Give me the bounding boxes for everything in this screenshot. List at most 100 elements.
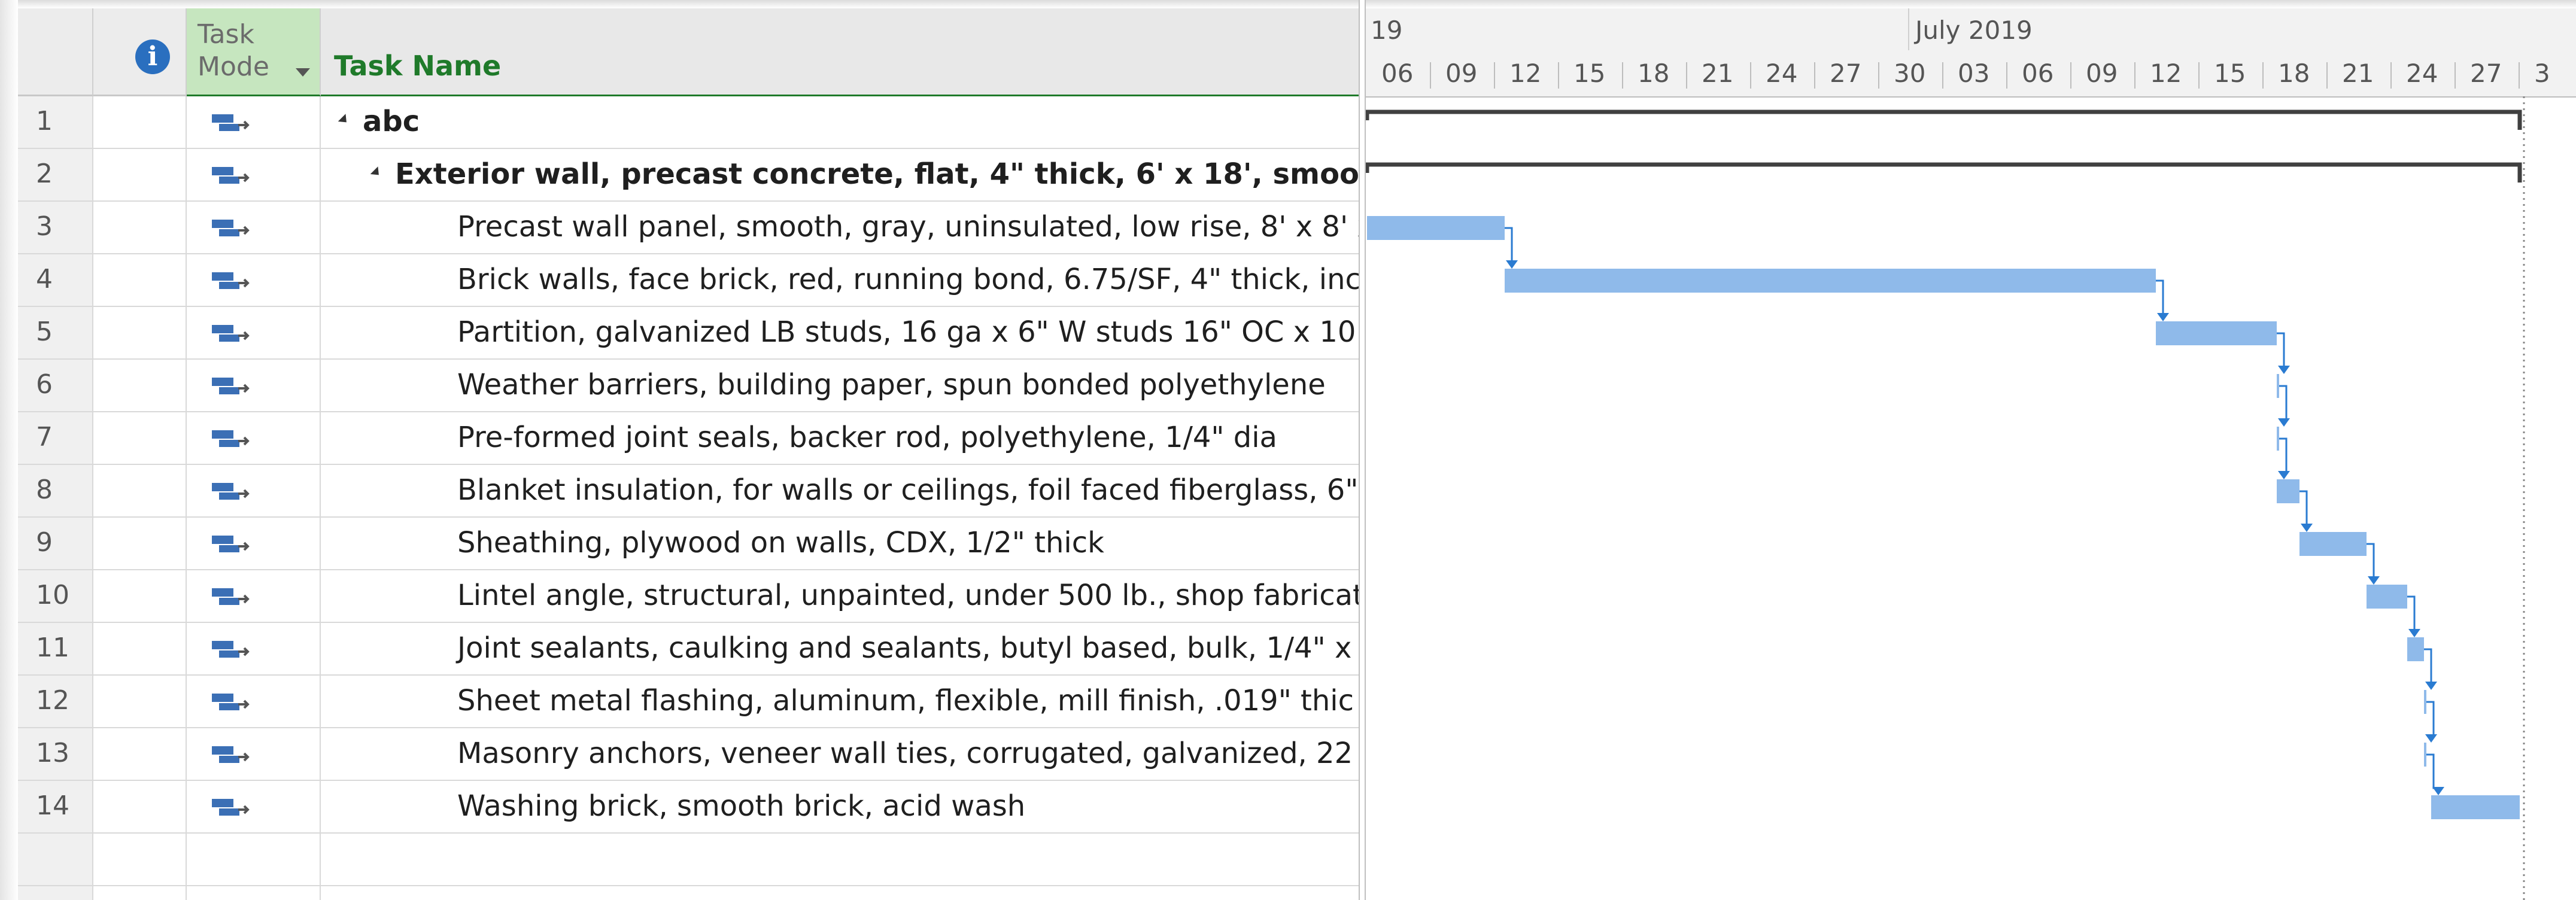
task-mode-cell[interactable] [187,518,321,569]
row-header-corner[interactable] [18,8,93,96]
task-bar[interactable] [2424,690,2426,714]
task-bar[interactable] [2299,532,2367,556]
task-name-cell[interactable]: abc [321,96,1363,148]
task-mode-cell[interactable] [187,728,321,780]
task-row[interactable]: 3 Precast wall panel, smooth, gray, unin… [18,202,1363,254]
task-bar[interactable] [2367,585,2407,609]
indicator-cell[interactable] [93,834,187,885]
indicator-cell[interactable] [93,781,187,832]
task-bar[interactable] [2277,374,2279,398]
task-row[interactable]: 5 Partition, galvanized LB studs, 16 ga … [18,307,1363,360]
task-row[interactable]: 9 Sheathing, plywood on walls, CDX, 1/2"… [18,518,1363,570]
task-mode-cell[interactable] [187,149,321,200]
row-number-cell[interactable]: 4 [18,254,93,306]
indicators-column-header[interactable]: i [93,8,187,96]
task-name-cell[interactable]: Blanket insulation, for walls or ceiling… [321,465,1363,516]
indicator-cell[interactable] [93,728,187,780]
row-number-cell[interactable]: 6 [18,360,93,411]
task-name-cell[interactable]: Pre-formed joint seals, backer rod, poly… [321,412,1363,464]
indicator-cell[interactable] [93,307,187,358]
task-name-cell[interactable]: Joint sealants, caulking and sealants, b… [321,623,1363,674]
task-mode-cell[interactable] [187,412,321,464]
task-row[interactable]: 6 Weather barriers, building paper, spun… [18,360,1363,412]
task-name-cell[interactable]: Masonry anchors, veneer wall ties, corru… [321,728,1363,780]
empty-row[interactable] [18,834,1363,886]
task-mode-cell[interactable] [187,307,321,358]
collapse-triangle-icon[interactable] [370,166,383,179]
task-name-cell[interactable]: Sheathing, plywood on walls, CDX, 1/2" t… [321,518,1363,569]
task-row[interactable]: 2 Exterior wall, precast concrete, flat,… [18,149,1363,202]
summary-task-bar[interactable] [1366,110,2522,130]
indicator-cell[interactable] [93,886,187,900]
task-bar[interactable] [1367,216,1505,240]
task-name-cell[interactable]: Sheet metal flashing, aluminum, flexible… [321,676,1363,727]
task-bar[interactable] [2431,795,2520,819]
task-mode-cell[interactable] [187,360,321,411]
task-bar[interactable] [2277,479,2299,503]
indicator-cell[interactable] [93,518,187,569]
row-number-cell[interactable] [18,886,93,900]
task-bar[interactable] [2156,321,2277,345]
collapse-triangle-icon[interactable] [338,114,351,126]
row-number-cell[interactable]: 2 [18,149,93,200]
task-bar[interactable] [2407,637,2424,661]
indicator-cell[interactable] [93,676,187,727]
task-bar[interactable] [2424,743,2426,767]
row-number-cell[interactable]: 10 [18,570,93,622]
task-mode-cell[interactable] [187,254,321,306]
task-name-cell[interactable] [321,886,1363,900]
task-mode-cell[interactable] [187,781,321,832]
empty-row[interactable] [18,886,1363,900]
indicator-cell[interactable] [93,254,187,306]
task-row[interactable]: 4 Brick walls, face brick, red, running … [18,254,1363,307]
task-row[interactable]: 11 Joint sealants, caulking and sealants… [18,623,1363,676]
task-name-cell[interactable]: Partition, galvanized LB studs, 16 ga x … [321,307,1363,358]
task-name-cell[interactable]: Washing brick, smooth brick, acid wash [321,781,1363,832]
task-name-cell[interactable]: Lintel angle, structural, unpainted, und… [321,570,1363,622]
task-mode-cell[interactable] [187,465,321,516]
task-name-cell[interactable]: Brick walls, face brick, red, running bo… [321,254,1363,306]
indicator-cell[interactable] [93,570,187,622]
task-row[interactable]: 10 Lintel angle, structural, unpainted, … [18,570,1363,623]
task-row[interactable]: 13 Masonry anchors, veneer wall ties, co… [18,728,1363,781]
task-name-column-header[interactable]: Task Name [321,8,1363,96]
task-row[interactable]: 14 Washing brick, smooth brick, acid was… [18,781,1363,834]
indicator-cell[interactable] [93,412,187,464]
task-name-cell[interactable]: Exterior wall, precast concrete, flat, 4… [321,149,1363,200]
row-number-cell[interactable]: 5 [18,307,93,358]
row-number-cell[interactable]: 9 [18,518,93,569]
task-mode-cell[interactable] [187,623,321,674]
task-mode-cell[interactable] [187,96,321,148]
task-mode-column-header[interactable]: Task Mode [187,8,321,96]
row-number-cell[interactable]: 13 [18,728,93,780]
row-number-cell[interactable]: 1 [18,96,93,148]
row-number-cell[interactable]: 3 [18,202,93,253]
task-name-cell[interactable] [321,834,1363,885]
task-mode-cell[interactable] [187,834,321,885]
row-number-cell[interactable]: 12 [18,676,93,727]
indicator-cell[interactable] [93,96,187,148]
row-number-cell[interactable]: 14 [18,781,93,832]
indicator-cell[interactable] [93,623,187,674]
task-row[interactable]: 7 Pre-formed joint seals, backer rod, po… [18,412,1363,465]
task-mode-cell[interactable] [187,202,321,253]
task-row[interactable]: 12 Sheet metal flashing, aluminum, flexi… [18,676,1363,728]
summary-task-bar[interactable] [1366,162,2522,183]
indicator-cell[interactable] [93,360,187,411]
row-number-cell[interactable]: 7 [18,412,93,464]
task-bar[interactable] [2277,427,2279,451]
chevron-down-icon[interactable] [296,68,310,77]
task-name-cell[interactable]: Weather barriers, building paper, spun b… [321,360,1363,411]
task-bar[interactable] [1505,269,2156,293]
indicator-cell[interactable] [93,465,187,516]
indicator-cell[interactable] [93,149,187,200]
task-name-cell[interactable]: Precast wall panel, smooth, gray, uninsu… [321,202,1363,253]
task-row[interactable]: 1 abc [18,96,1363,149]
task-mode-cell[interactable] [187,886,321,900]
task-mode-cell[interactable] [187,676,321,727]
task-row[interactable]: 8 Blanket insulation, for walls or ceili… [18,465,1363,518]
row-number-cell[interactable] [18,834,93,885]
task-mode-cell[interactable] [187,570,321,622]
row-number-cell[interactable]: 11 [18,623,93,674]
indicator-cell[interactable] [93,202,187,253]
